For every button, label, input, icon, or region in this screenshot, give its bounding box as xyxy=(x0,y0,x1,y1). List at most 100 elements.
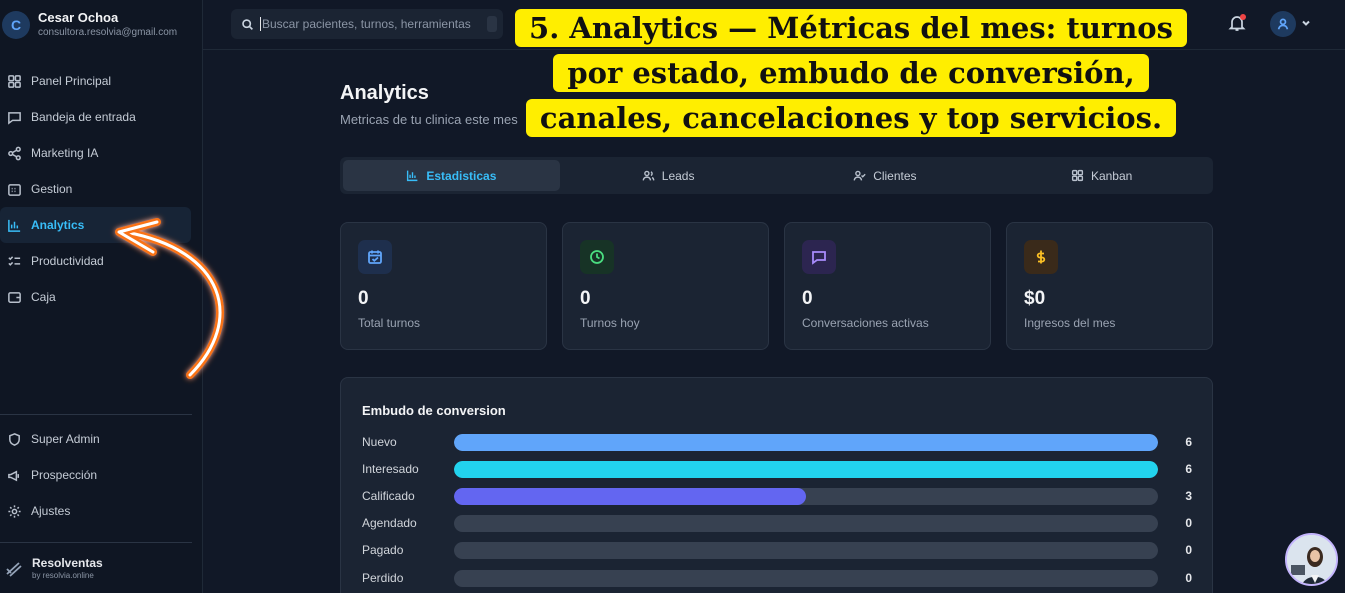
sidebar-item-prospeccion[interactable]: Prospección xyxy=(0,457,191,493)
gear-icon xyxy=(6,503,22,519)
funnel-row: Nuevo 6 xyxy=(362,433,1192,451)
grid-icon xyxy=(1071,169,1084,182)
funnel-row: Agendado 0 xyxy=(362,514,1192,532)
search-icon xyxy=(242,18,253,30)
funnel-bar-track xyxy=(454,433,1158,451)
avatar xyxy=(1270,11,1296,37)
sidebar-nav-bottom: Super Admin Prospección Ajustes xyxy=(0,421,203,529)
share-icon xyxy=(6,145,22,161)
funnel-row: Calificado 3 xyxy=(362,487,1192,505)
sidebar-item-label: Prospección xyxy=(31,468,98,482)
sidebar-item-label: Ajustes xyxy=(31,504,71,518)
users-icon xyxy=(642,170,655,181)
tab-label: Clientes xyxy=(873,168,917,183)
sidebar-divider xyxy=(0,414,192,415)
sidebar-item-label: Marketing IA xyxy=(31,146,99,160)
sidebar-item-label: Gestion xyxy=(31,182,73,196)
user-check-icon xyxy=(853,170,866,181)
user-menu-button[interactable] xyxy=(1270,11,1311,37)
funnel-row-label: Nuevo xyxy=(362,435,397,449)
sidebar-item-panel-principal[interactable]: Panel Principal xyxy=(0,63,191,99)
brand-subtitle: by resolvia.online xyxy=(32,571,94,580)
user-icon xyxy=(1277,18,1289,30)
funnel-bar-fill xyxy=(454,433,1158,451)
sidebar-item-label: Panel Principal xyxy=(31,74,112,88)
search-box[interactable] xyxy=(231,9,503,39)
funnel-row-label: Agendado xyxy=(362,516,417,530)
funnel-bar-track xyxy=(454,460,1158,478)
tab-label: Kanban xyxy=(1090,168,1133,183)
tab-leads[interactable]: Leads xyxy=(560,160,777,191)
funnel-bar-track xyxy=(454,514,1158,532)
funnel-row: Interesado 6 xyxy=(362,460,1192,478)
tab-estadisticas[interactable]: Estadisticas xyxy=(343,160,560,191)
stat-label: Ingresos del mes xyxy=(1024,316,1116,330)
funnel-row-label: Pagado xyxy=(362,543,404,557)
brand: Resolventas by resolvia.online xyxy=(4,556,103,581)
bar-chart-icon xyxy=(407,170,418,182)
sidebar-item-label: Bandeja de entrada xyxy=(31,110,136,124)
funnel-row-value: 0 xyxy=(1185,516,1192,530)
grid-icon xyxy=(6,73,22,89)
wallet-icon xyxy=(6,289,22,305)
funnel-bar-track xyxy=(454,487,1158,505)
sidebar-item-label: Analytics xyxy=(31,218,85,232)
funnel-row: Perdido 0 xyxy=(362,569,1192,587)
tab-label: Estadisticas xyxy=(426,168,497,183)
funnel-row-label: Interesado xyxy=(362,462,419,476)
notification-dot xyxy=(1240,14,1246,20)
funnel-row-value: 0 xyxy=(1185,543,1192,557)
page-title: Analytics xyxy=(340,82,429,104)
sidebar-item-label: Caja xyxy=(31,290,56,304)
notifications-button[interactable] xyxy=(1228,14,1246,32)
stat-label: Turnos hoy xyxy=(580,316,640,330)
conversion-funnel: Embudo de conversion Nuevo 6 Interesado … xyxy=(340,377,1213,593)
funnel-row-value: 0 xyxy=(1185,571,1192,585)
sidebar-item-marketing-ia[interactable]: Marketing IA xyxy=(0,135,191,171)
stat-label: Conversaciones activas xyxy=(802,316,929,330)
sidebar-item-gestion[interactable]: Gestion xyxy=(0,171,191,207)
dollar-icon xyxy=(1024,240,1058,274)
chevron-down-icon xyxy=(1301,15,1311,33)
message-square-icon xyxy=(6,109,22,125)
tab-label: Leads xyxy=(661,168,695,183)
user-avatar: C xyxy=(2,11,30,39)
stat-card-turnos-hoy: 0 Turnos hoy xyxy=(562,222,769,350)
shield-icon xyxy=(6,431,22,447)
tab-clientes[interactable]: Clientes xyxy=(777,160,994,191)
calendar-days-icon xyxy=(6,181,22,197)
stats-cards: 0 Total turnos 0 Turnos hoy 0 Conversaci… xyxy=(340,222,1213,350)
funnel-row-value: 6 xyxy=(1185,462,1192,476)
presenter-avatar xyxy=(1285,533,1338,586)
stat-card-total-turnos: 0 Total turnos xyxy=(340,222,547,350)
tab-kanban[interactable]: Kanban xyxy=(993,160,1210,191)
funnel-row-value: 3 xyxy=(1185,489,1192,503)
stat-value: 0 xyxy=(358,288,369,309)
funnel-row: Pagado 0 xyxy=(362,541,1192,559)
funnel-row-label: Perdido xyxy=(362,571,404,585)
funnel-bar-track xyxy=(454,541,1158,559)
funnel-row-value: 6 xyxy=(1185,435,1192,449)
funnel-title: Embudo de conversion xyxy=(362,403,506,418)
sidebar-item-ajustes[interactable]: Ajustes xyxy=(0,493,191,529)
user-profile[interactable]: C Cesar Ochoa consultora.resolvia@gmail.… xyxy=(0,0,203,50)
sidebar-divider xyxy=(0,542,192,543)
sidebar-item-bandeja[interactable]: Bandeja de entrada xyxy=(0,99,191,135)
stat-value: 0 xyxy=(580,288,591,309)
funnel-row-label: Calificado xyxy=(362,489,415,503)
presenter-photo-icon xyxy=(1287,535,1336,584)
sidebar-item-super-admin[interactable]: Super Admin xyxy=(0,421,191,457)
search-input[interactable] xyxy=(260,17,480,31)
list-checks-icon xyxy=(6,253,22,269)
stat-label: Total turnos xyxy=(358,316,421,330)
tab-bar: Estadisticas Leads Clientes Kanban xyxy=(340,157,1213,194)
annotation-arrow-icon xyxy=(115,218,224,379)
stat-value: $0 xyxy=(1024,288,1046,309)
brand-name: Resolventas xyxy=(32,556,103,570)
user-email: consultora.resolvia@gmail.com xyxy=(38,27,178,38)
annotation-callout: 5. Analytics — Métricas del mes: turnos … xyxy=(491,6,1211,141)
annotation-text: 5. Analytics — Métricas del mes: turnos … xyxy=(515,9,1187,137)
bar-chart-icon xyxy=(6,217,22,233)
funnel-bar-fill xyxy=(454,460,1158,478)
stat-value: 0 xyxy=(802,288,813,309)
